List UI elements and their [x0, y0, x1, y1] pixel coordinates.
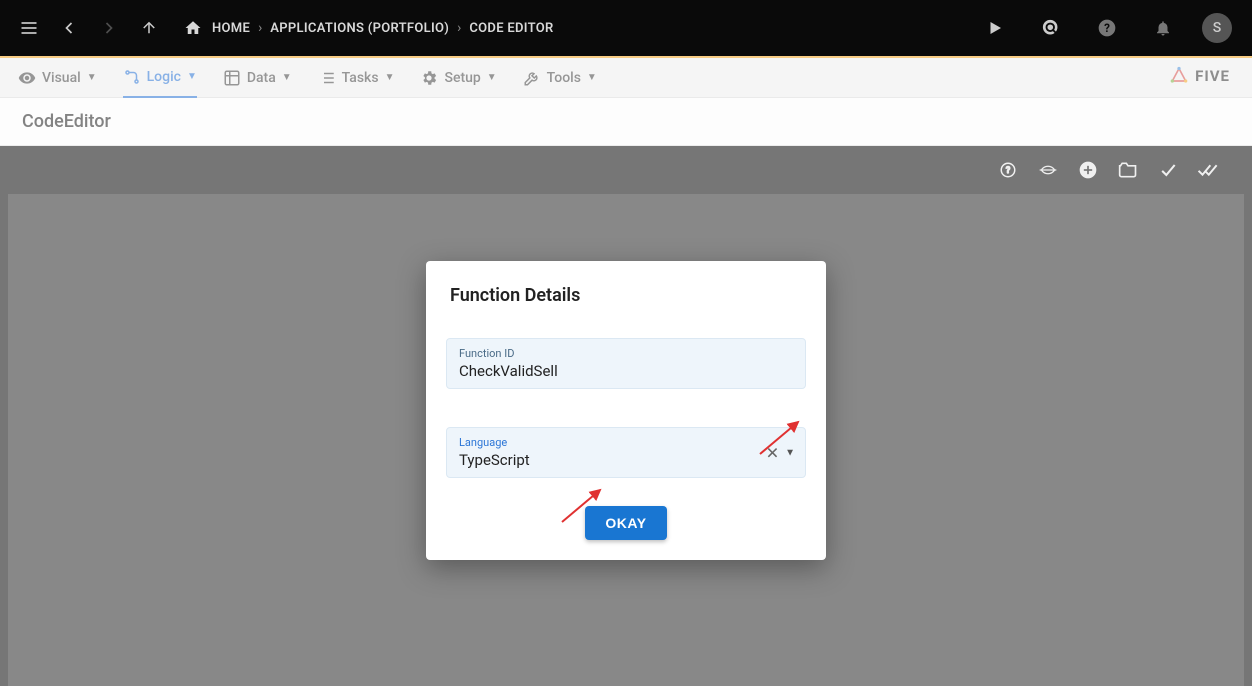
breadcrumb-home[interactable]: HOME	[184, 19, 250, 37]
clear-icon[interactable]: ✕	[766, 443, 779, 462]
okay-button[interactable]: OKAY	[585, 506, 666, 540]
svg-text:?: ?	[1104, 21, 1110, 35]
dropdown-caret-icon[interactable]: ▼	[785, 447, 795, 458]
breadcrumb-code-editor[interactable]: CODE EDITOR	[469, 21, 553, 36]
language-value: TypeScript	[459, 451, 793, 469]
modal-overlay: Function Details Function ID CheckValidS…	[0, 56, 1252, 686]
back-icon[interactable]	[52, 11, 86, 45]
avatar[interactable]: S	[1202, 13, 1232, 43]
chevron-right-icon: ›	[258, 20, 262, 36]
function-details-modal: Function Details Function ID CheckValidS…	[426, 261, 826, 560]
search-icon[interactable]	[1034, 11, 1068, 45]
help-icon[interactable]: ?	[1090, 11, 1124, 45]
chevron-right-icon: ›	[457, 20, 461, 36]
menu-icon[interactable]	[12, 11, 46, 45]
language-label: Language	[459, 436, 793, 449]
breadcrumb-code-editor-label: CODE EDITOR	[469, 21, 553, 36]
forward-icon	[92, 11, 126, 45]
breadcrumb-applications-label: APPLICATIONS (PORTFOLIO)	[270, 21, 449, 36]
function-id-field[interactable]: Function ID CheckValidSell	[446, 338, 806, 389]
notifications-icon[interactable]	[1146, 11, 1180, 45]
breadcrumb-home-label: HOME	[212, 21, 250, 36]
up-icon[interactable]	[132, 11, 166, 45]
modal-title: Function Details	[426, 285, 826, 324]
language-field[interactable]: Language TypeScript ✕ ▼	[446, 427, 806, 478]
function-id-label: Function ID	[459, 347, 793, 360]
function-id-value: CheckValidSell	[459, 362, 793, 380]
play-icon[interactable]	[978, 11, 1012, 45]
avatar-initial: S	[1213, 20, 1221, 36]
top-bar: HOME › APPLICATIONS (PORTFOLIO) › CODE E…	[0, 0, 1252, 56]
breadcrumb-applications[interactable]: APPLICATIONS (PORTFOLIO)	[270, 21, 449, 36]
breadcrumb: HOME › APPLICATIONS (PORTFOLIO) › CODE E…	[184, 19, 554, 37]
